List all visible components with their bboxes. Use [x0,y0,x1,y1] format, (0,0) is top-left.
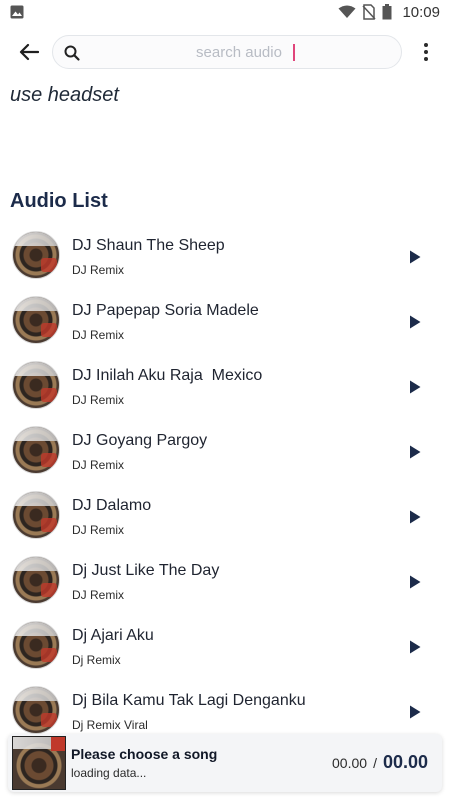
current-time: 00.00 [332,755,368,771]
album-art [12,426,60,474]
list-item[interactable]: DJ Inilah Aku Raja Mexico DJ Remix [0,351,450,416]
play-icon[interactable] [408,444,422,460]
album-art [12,231,60,279]
song-title: Dj Ajari Aku [72,627,154,644]
search-box[interactable] [52,35,402,69]
audio-list: DJ Shaun The Sheep DJ Remix DJ Papepap S… [0,221,450,741]
list-item[interactable]: DJ Goyang Pargoy DJ Remix [0,416,450,481]
toolbar [0,32,450,72]
song-title: DJ Dalamo [72,497,152,514]
song-artist: DJ Remix [72,458,125,472]
no-sim-icon [362,4,377,20]
list-item[interactable]: Dj Just Like The Day DJ Remix [0,546,450,611]
play-icon[interactable] [408,379,422,395]
search-input[interactable] [89,36,389,68]
wifi-icon [338,5,356,19]
mini-player[interactable]: Please choose a song loading data... 00.… [8,734,442,792]
album-art [12,296,60,344]
status-time: 10:09 [402,3,440,21]
headset-hint: use headset [10,84,119,106]
play-icon[interactable] [408,639,422,655]
song-title: DJ Shaun The Sheep [72,237,225,254]
list-item[interactable]: DJ Papepap Soria Madele DJ Remix [0,286,450,351]
status-bar: 10:09 [0,0,450,24]
player-time: 00.00 / 00.00 [332,752,428,773]
song-artist: DJ Remix [72,393,125,407]
total-time: 00.00 [382,752,428,772]
play-icon[interactable] [408,314,422,330]
battery-icon [382,4,392,20]
play-icon[interactable] [408,509,422,525]
time-separator: / [373,755,377,771]
section-title: Audio List [10,190,108,212]
play-icon[interactable] [408,574,422,590]
status-icons: 10:09 [338,2,440,22]
list-item[interactable]: DJ Shaun The Sheep DJ Remix [0,221,450,286]
album-art [12,621,60,669]
image-icon [10,5,24,19]
album-art [12,491,60,539]
arrow-left-icon [19,43,39,61]
search-icon [64,45,80,61]
song-artist: DJ Remix [72,263,125,277]
song-artist: DJ Remix [72,328,125,342]
song-title: DJ Inilah Aku Raja Mexico [72,367,263,384]
song-title: DJ Goyang Pargoy [72,432,208,449]
text-cursor [293,44,295,61]
player-status: loading data... [71,766,147,780]
player-title: Please choose a song [71,746,218,762]
list-item[interactable]: Dj Ajari Aku Dj Remix [0,611,450,676]
list-item[interactable]: DJ Dalamo DJ Remix [0,481,450,546]
list-item[interactable]: Dj Bila Kamu Tak Lagi Denganku Dj Remix … [0,676,450,741]
album-art [12,686,60,734]
song-artist: Dj Remix Viral [72,718,148,732]
song-title: Dj Bila Kamu Tak Lagi Denganku [72,692,306,709]
song-title: DJ Papepap Soria Madele [72,302,259,319]
more-vertical-icon[interactable] [418,40,434,64]
song-artist: Dj Remix [72,653,121,667]
back-button[interactable] [14,38,44,66]
song-artist: DJ Remix [72,523,125,537]
song-title: Dj Just Like The Day [72,562,220,579]
album-art [12,361,60,409]
album-art [12,556,60,604]
player-album-art [12,736,66,790]
song-artist: DJ Remix [72,588,125,602]
play-icon[interactable] [408,704,422,720]
play-icon[interactable] [408,249,422,265]
